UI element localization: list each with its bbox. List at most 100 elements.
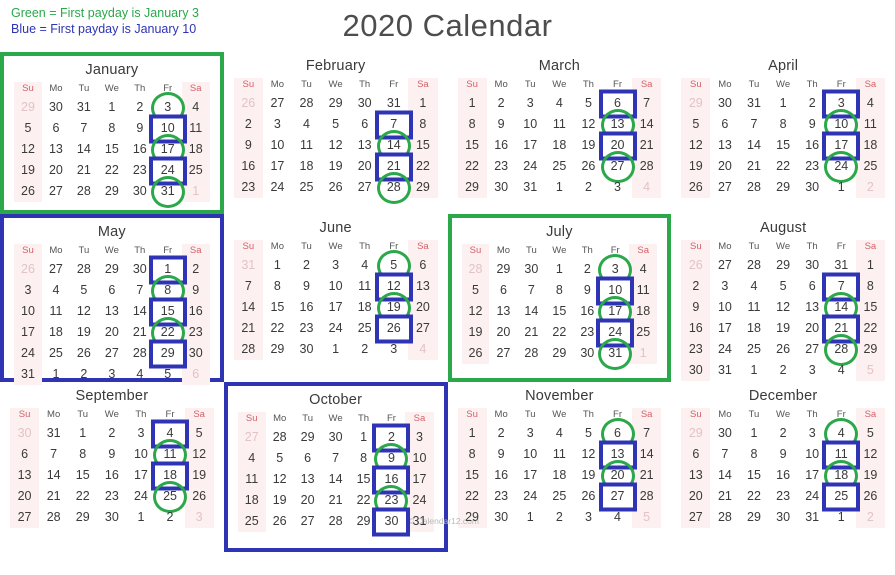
- day-number: 20: [610, 468, 625, 482]
- weekday-header-fr: Fr: [163, 83, 173, 94]
- day-number: 28: [272, 430, 287, 444]
- month-body: June Su Mo Tu We Th Fr Sa 31 1 2 3 4 5 6 7 8 9 10 11 12 13 14 1…: [224, 214, 448, 382]
- day-number: 15: [776, 138, 791, 152]
- day-cell: 21: [822, 314, 861, 343]
- day-cell-adjacent: 3: [798, 360, 827, 381]
- month-body: February Su Mo Tu We Th Fr Sa 26 27 28 29 30 31 1 2 3 4 5 6…: [224, 52, 448, 214]
- day-cell: 5: [321, 114, 350, 135]
- day-cell: 12: [574, 114, 603, 135]
- week-row: 24 25 26 27 28 29 30: [14, 339, 210, 368]
- day-cell: 11: [545, 114, 574, 135]
- weekday-header-sa: Sa: [632, 408, 662, 423]
- day-number: 16: [241, 159, 256, 173]
- day-cell: 28: [70, 181, 98, 202]
- day-number: 7: [721, 447, 729, 461]
- day-number: 16: [188, 304, 203, 318]
- day-number: 6: [499, 283, 507, 297]
- day-number: 1: [750, 426, 758, 440]
- day-cell: 20: [710, 156, 739, 177]
- day-cell: 14: [376, 129, 411, 162]
- month-table: Su Mo Tu We Th Fr Sa 29 30 1 2 3 4 5 6 7 8 9 10 11 12 13 14 15 1…: [681, 408, 885, 528]
- day-number: 23: [384, 493, 399, 507]
- weekday-header-tu: Tu: [748, 241, 760, 252]
- day-number: 9: [192, 283, 200, 297]
- day-number: 28: [328, 514, 343, 528]
- day-cell: 7: [632, 423, 662, 444]
- week-row: 30 31 1 2 3 4 5: [10, 419, 214, 448]
- day-number: 29: [776, 258, 791, 272]
- day-number: 16: [805, 138, 820, 152]
- day-number: 2: [80, 367, 88, 381]
- day-cell-adjacent: 31: [39, 423, 68, 444]
- day-number: 24: [523, 489, 538, 503]
- weekday-header-mo: Mo: [270, 241, 284, 252]
- day-cell-adjacent: 5: [855, 360, 885, 381]
- day-cell: 4: [739, 276, 768, 297]
- day-cell: 22: [350, 490, 378, 511]
- day-number: 28: [747, 180, 761, 194]
- day-number: 22: [776, 159, 791, 173]
- day-number: 14: [639, 117, 654, 131]
- month-table: Su Mo Tu We Th Fr Sa 1 2 3 4 5 6 7 8 9 10 11 12 13 14 15 16 17 1…: [457, 78, 662, 198]
- day-cell: 24: [14, 343, 42, 364]
- day-cell: 21: [632, 135, 662, 156]
- weekday-header-su: Su: [237, 412, 266, 427]
- day-number: 21: [747, 159, 761, 173]
- day-cell: 7: [39, 444, 68, 465]
- day-number: 31: [46, 426, 61, 440]
- day-cell-adjacent: 29: [681, 93, 711, 114]
- day-cell: 17: [798, 465, 827, 486]
- day-number: 26: [863, 489, 878, 503]
- day-number: 14: [639, 447, 654, 461]
- day-number: 9: [108, 447, 116, 461]
- day-cell: 11: [42, 301, 70, 322]
- day-number: 15: [104, 142, 119, 156]
- day-cell: 5: [266, 448, 294, 469]
- day-number: 9: [136, 121, 144, 135]
- day-cell-adjacent: 3: [379, 339, 408, 360]
- day-number: 10: [834, 117, 849, 131]
- day-cell: 7: [517, 280, 545, 301]
- day-number: 15: [75, 468, 90, 482]
- day-cell-adjacent: 4: [827, 360, 856, 381]
- week-row: 31 1 2 3 4 5 6: [14, 364, 210, 385]
- month-title: June: [319, 220, 352, 236]
- day-cell: 3: [321, 255, 350, 276]
- day-number: 5: [276, 451, 284, 465]
- day-number: 10: [717, 300, 732, 314]
- day-number: 10: [412, 451, 427, 465]
- day-number: 16: [494, 468, 509, 482]
- day-number: 1: [750, 363, 758, 377]
- day-cell: 5: [769, 276, 798, 297]
- day-cell: 15: [408, 135, 438, 156]
- day-number: 22: [75, 489, 90, 503]
- day-number: 3: [808, 426, 816, 440]
- day-number: 1: [837, 180, 845, 194]
- day-number: 25: [552, 159, 567, 173]
- day-cell: 20: [294, 490, 322, 511]
- day-cell: 16: [97, 465, 126, 486]
- weekday-header-mo: Mo: [494, 79, 508, 90]
- day-cell: 22: [98, 160, 126, 181]
- month-february: February Su Mo Tu We Th Fr Sa 26 27 28 29 30 31 1 2 3 4 5 6…: [224, 52, 448, 214]
- day-cell: 28: [632, 156, 662, 177]
- day-number: 25: [834, 489, 849, 503]
- day-cell: 9: [233, 135, 263, 156]
- day-cell: 1: [855, 255, 885, 276]
- day-number: 17: [328, 300, 343, 314]
- day-number: 23: [299, 321, 314, 335]
- day-cell: 27: [710, 177, 739, 198]
- day-number: 16: [384, 472, 399, 486]
- day-cell: 17: [822, 131, 861, 160]
- day-cell: 20: [798, 318, 827, 339]
- week-row: 2 3 4 5 6 7 8: [681, 272, 885, 301]
- day-cell-adjacent: 5: [154, 364, 182, 385]
- day-number: 29: [270, 342, 285, 356]
- day-number: 25: [357, 321, 372, 335]
- day-cell-adjacent: 26: [233, 93, 263, 114]
- day-cell: 22: [263, 318, 292, 339]
- day-cell: 16: [181, 301, 210, 322]
- day-number: 13: [688, 468, 703, 482]
- day-number: 23: [805, 159, 820, 173]
- day-number: 15: [270, 300, 285, 314]
